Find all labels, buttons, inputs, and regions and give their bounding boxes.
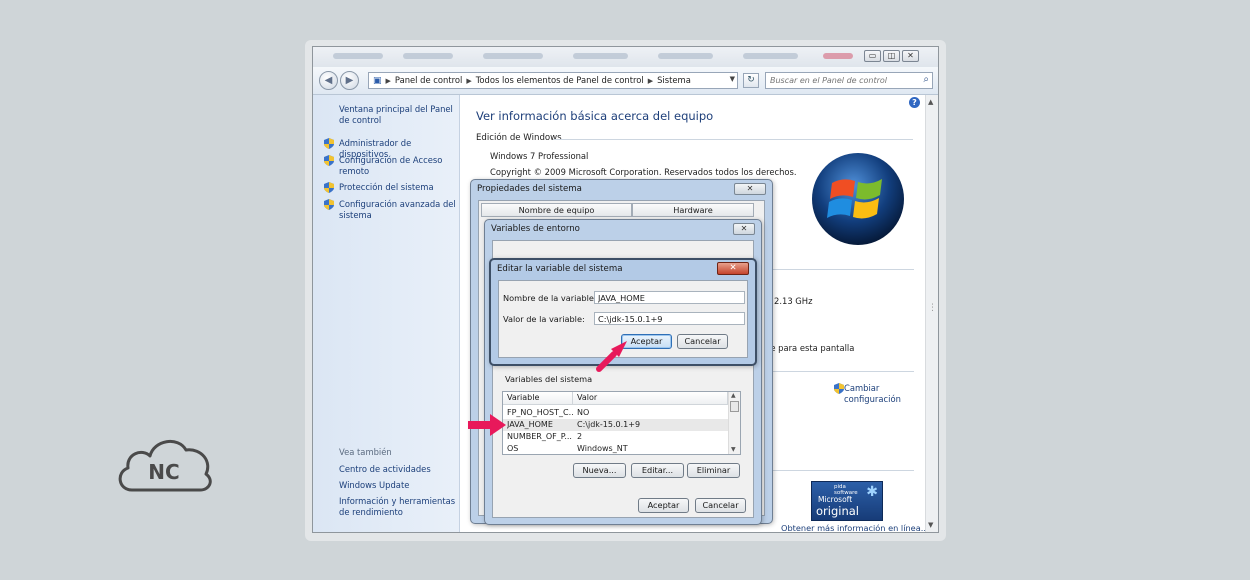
genuine-line3: Microsoft (818, 495, 853, 504)
breadcrumb[interactable]: ▣ ▶ Panel de control ▶ Todos los elementos d… (368, 72, 738, 89)
divider (553, 139, 913, 140)
nc-logo-text: NC (148, 460, 179, 484)
star-icon: ✱ (866, 484, 878, 500)
shield-icon (324, 155, 334, 166)
advanced-settings-link[interactable]: Configuración avanzada del sistema (339, 199, 457, 220)
nc-cloud-logo: NC (118, 440, 212, 492)
blurred-tab (823, 53, 853, 59)
blurred-tab (658, 53, 713, 59)
more-info-link[interactable]: Obtener más información en línea... (781, 523, 929, 532)
table-row[interactable]: NUMBER_OF_P... 2 (503, 431, 728, 443)
refresh-icon: ↻ (747, 75, 755, 85)
chevron-down-icon[interactable]: ▼ (730, 75, 735, 83)
close-window-button[interactable]: ✕ (902, 50, 919, 62)
variable-value-field[interactable] (594, 312, 745, 325)
ok-button[interactable]: Aceptar (638, 498, 689, 513)
divider (768, 269, 914, 270)
breadcrumb-item[interactable]: Panel de control (395, 75, 462, 85)
shield-icon (324, 199, 334, 210)
page-title: Ver información básica acerca del equipo (476, 109, 714, 123)
breadcrumb-item[interactable]: Todos los elementos de Panel de control (476, 75, 644, 85)
tab-computer-name[interactable]: Nombre de equipo (481, 203, 632, 217)
maximize-button[interactable]: ◫ (883, 50, 900, 62)
remote-access-link[interactable]: Configuración de Acceso remoto (339, 155, 457, 176)
windows-edition: Windows 7 Professional (490, 151, 589, 161)
pink-arrow-icon (596, 341, 627, 372)
new-variable-button[interactable]: Nueva... (573, 463, 626, 478)
dialog-title: Variables de entorno (491, 224, 580, 234)
dialog-title: Propiedades del sistema (477, 184, 582, 194)
forward-button[interactable]: ▶ (340, 71, 359, 90)
system-variables-list[interactable]: Variable Valor FP_NO_HOST_C... NO JAVA_HO… (502, 391, 741, 455)
pen-touch-text: le para esta pantalla (768, 343, 855, 353)
scroll-thumb[interactable] (730, 401, 739, 412)
shield-icon (324, 138, 334, 149)
blurred-tab (333, 53, 383, 59)
blurred-tab (573, 53, 628, 59)
vertical-scrollbar[interactable]: ▲ ⋮ ▼ (925, 95, 938, 532)
control-panel-window: ▭ ◫ ✕ ◀ ▶ ▣ ▶ Panel de control ▶ Todos los e… (312, 46, 939, 533)
scroll-down-icon[interactable]: ▼ (731, 446, 736, 453)
search-input[interactable] (766, 73, 911, 88)
list-scrollbar[interactable]: ▲ ▼ (728, 392, 740, 454)
edition-heading: Edición de Windows (476, 133, 562, 143)
variable-name-label: Nombre de la variable: (503, 293, 597, 303)
browser-tab-strip: ▭ ◫ ✕ (313, 47, 938, 67)
table-row[interactable]: FP_NO_HOST_C... NO (503, 407, 728, 419)
control-panel-home-link[interactable]: Ventana principal del Panel de control (339, 104, 457, 125)
see-also-heading: Vea también (339, 447, 392, 457)
forward-arrow-icon: ▶ (345, 75, 354, 86)
pink-arrow-icon (468, 414, 506, 436)
left-task-pane: Ventana principal del Panel de control A… (313, 95, 460, 532)
action-center-link[interactable]: Centro de actividades (339, 464, 457, 475)
search-icon[interactable]: ⌕ (923, 74, 929, 85)
blurred-tab (483, 53, 543, 59)
cancel-button[interactable]: Cancelar (677, 334, 728, 349)
tab-hardware[interactable]: Hardware (632, 203, 754, 217)
genuine-microsoft-badge[interactable]: pida software Microsoft original ✱ (811, 481, 883, 521)
search-box[interactable]: ⌕ (765, 72, 933, 89)
windows-update-link[interactable]: Windows Update (339, 480, 457, 491)
scroll-up-icon[interactable]: ▲ (731, 392, 736, 399)
genuine-line4: original (816, 504, 859, 518)
refresh-button[interactable]: ↻ (743, 73, 759, 88)
help-icon[interactable]: ? (909, 97, 920, 108)
close-button[interactable]: ✕ (733, 223, 755, 235)
minimize-button[interactable]: ▭ (864, 50, 881, 62)
table-row[interactable]: OS Windows_NT (503, 443, 728, 455)
divider (768, 371, 914, 372)
system-variables-label: Variables del sistema (505, 374, 593, 384)
back-arrow-icon: ◀ (324, 75, 333, 86)
edit-variable-button[interactable]: Editar... (631, 463, 684, 478)
breadcrumb-item[interactable]: Sistema (657, 75, 691, 85)
variable-name-field[interactable] (594, 291, 745, 304)
column-header-variable[interactable]: Variable (503, 392, 573, 405)
system-protection-link[interactable]: Protección del sistema (339, 182, 457, 193)
performance-info-link[interactable]: Información y herramientas de rendimient… (339, 496, 457, 517)
address-bar: ◀ ▶ ▣ ▶ Panel de control ▶ Todos los element… (313, 67, 938, 95)
shield-icon (834, 383, 844, 394)
change-settings-link[interactable]: Cambiar configuración (844, 383, 914, 405)
variable-value-label: Valor de la variable: (503, 314, 585, 324)
dialog-title: Editar la variable del sistema (497, 264, 623, 274)
shield-icon (324, 182, 334, 193)
close-button[interactable]: ✕ (734, 183, 766, 195)
table-row[interactable]: JAVA_HOME C:\jdk-15.0.1+9 (503, 419, 728, 431)
back-button[interactable]: ◀ (319, 71, 338, 90)
column-header-valor[interactable]: Valor (573, 392, 728, 405)
copyright-text: Copyright © 2009 Microsoft Corporation. … (490, 167, 797, 177)
close-button[interactable]: ✕ (717, 262, 749, 275)
blurred-tab (743, 53, 798, 59)
processor-speed: 2.13 GHz (774, 296, 813, 306)
scroll-down-icon[interactable]: ▼ (928, 521, 933, 529)
delete-variable-button[interactable]: Eliminar (687, 463, 740, 478)
blurred-tab (403, 53, 453, 59)
divider (768, 470, 914, 471)
scroll-grip-icon[interactable]: ⋮ (928, 303, 937, 313)
cancel-button[interactable]: Cancelar (695, 498, 746, 513)
control-panel-icon: ▣ (373, 76, 382, 86)
scroll-up-icon[interactable]: ▲ (928, 98, 933, 106)
windows-logo-icon (812, 153, 904, 245)
